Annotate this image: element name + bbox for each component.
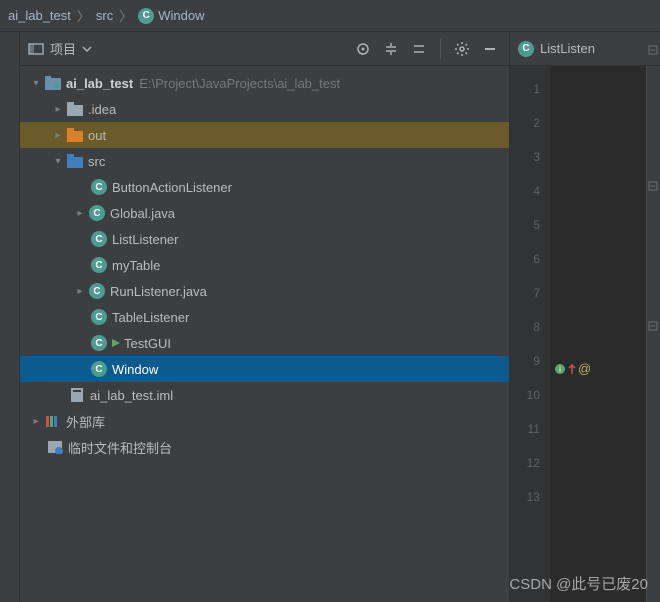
chevron-right-icon[interactable]: ▸ <box>72 208 88 219</box>
dropdown-icon[interactable] <box>82 44 92 54</box>
line-9[interactable]: 9 i @ <box>510 344 540 378</box>
separator <box>440 39 441 59</box>
panel-header: 项目 <box>20 32 509 66</box>
class-icon: C <box>91 179 107 195</box>
fold-marker-icon[interactable] <box>648 320 658 332</box>
breadcrumb-src[interactable]: src <box>94 8 115 23</box>
fold-marker-icon[interactable] <box>648 44 658 56</box>
panel-title: 项目 <box>50 39 76 58</box>
tree-iml[interactable]: ai_lab_test.iml <box>20 382 509 408</box>
class-icon: C <box>89 283 105 299</box>
hide-icon[interactable] <box>479 38 501 60</box>
chevron-down-icon[interactable]: ▾ <box>28 78 44 89</box>
tree-file-selected[interactable]: C Window <box>20 356 509 382</box>
left-toolwindow-bar[interactable] <box>0 32 20 602</box>
chevron-right-icon: 〉 <box>73 6 94 25</box>
editor-tab[interactable]: C ListListen <box>518 41 595 57</box>
chevron-down-icon[interactable]: ▾ <box>50 156 66 167</box>
tree-external-libs[interactable]: ▸ 外部库 <box>20 408 509 434</box>
gear-icon[interactable] <box>451 38 473 60</box>
library-icon <box>44 412 62 430</box>
chevron-right-icon[interactable]: ▸ <box>28 416 44 427</box>
chevron-right-icon[interactable]: ▸ <box>50 104 66 115</box>
select-opened-file-icon[interactable] <box>352 38 374 60</box>
fold-gutter[interactable] <box>646 66 660 602</box>
class-icon: C <box>91 361 107 377</box>
tree-file[interactable]: C TestGUI <box>20 330 509 356</box>
tree-file[interactable]: C ButtonActionListener <box>20 174 509 200</box>
fold-marker-icon[interactable] <box>648 180 658 192</box>
class-icon: C <box>518 41 534 57</box>
class-icon: C <box>138 8 154 24</box>
tree-root[interactable]: ▾ ai_lab_test E:\Project\JavaProjects\ai… <box>20 70 509 96</box>
folder-icon <box>66 100 84 118</box>
breadcrumb-root[interactable]: ai_lab_test <box>6 8 73 23</box>
module-icon <box>44 74 62 92</box>
collapse-all-icon[interactable] <box>408 38 430 60</box>
tree-out[interactable]: ▸ out <box>20 122 509 148</box>
class-icon: C <box>91 231 107 247</box>
run-marker-icon <box>112 334 120 352</box>
class-icon: C <box>91 309 107 325</box>
watermark: CSDN @此号已废20 <box>509 573 648 594</box>
editor-area: C ListListen 1 2 3 4 5 6 7 8 9 i @ <box>510 32 660 602</box>
breadcrumb: ai_lab_test 〉 src 〉 C Window <box>0 0 660 32</box>
tree-file[interactable]: ▸ C Global.java <box>20 200 509 226</box>
chevron-right-icon[interactable]: ▸ <box>72 286 88 297</box>
chevron-right-icon[interactable]: ▸ <box>50 130 66 141</box>
code-area[interactable] <box>550 66 646 602</box>
breadcrumb-leaf[interactable]: C Window <box>136 8 206 24</box>
project-tree[interactable]: ▾ ai_lab_test E:\Project\JavaProjects\ai… <box>20 66 509 602</box>
class-icon: C <box>91 335 107 351</box>
source-folder-icon <box>66 152 84 170</box>
chevron-right-icon: 〉 <box>115 6 136 25</box>
project-panel: 项目 ▾ ai_lab_test E:\Project\JavaProjects… <box>20 32 510 602</box>
file-icon <box>68 386 86 404</box>
tree-file[interactable]: C myTable <box>20 252 509 278</box>
scratch-icon <box>46 438 64 456</box>
editor-tab-bar: C ListListen <box>510 32 660 66</box>
tree-file[interactable]: C ListListener <box>20 226 509 252</box>
tree-src[interactable]: ▾ src <box>20 148 509 174</box>
tree-file[interactable]: C TableListener <box>20 304 509 330</box>
folder-icon <box>66 126 84 144</box>
tree-file[interactable]: ▸ C RunListener.java <box>20 278 509 304</box>
expand-all-icon[interactable] <box>380 38 402 60</box>
tree-scratches[interactable]: 临时文件和控制台 <box>20 434 509 460</box>
line-number-gutter[interactable]: 1 2 3 4 5 6 7 8 9 i @ 10 11 12 <box>510 66 550 602</box>
class-icon: C <box>91 257 107 273</box>
project-view-icon <box>28 41 44 57</box>
tree-idea[interactable]: ▸ .idea <box>20 96 509 122</box>
class-icon: C <box>89 205 105 221</box>
